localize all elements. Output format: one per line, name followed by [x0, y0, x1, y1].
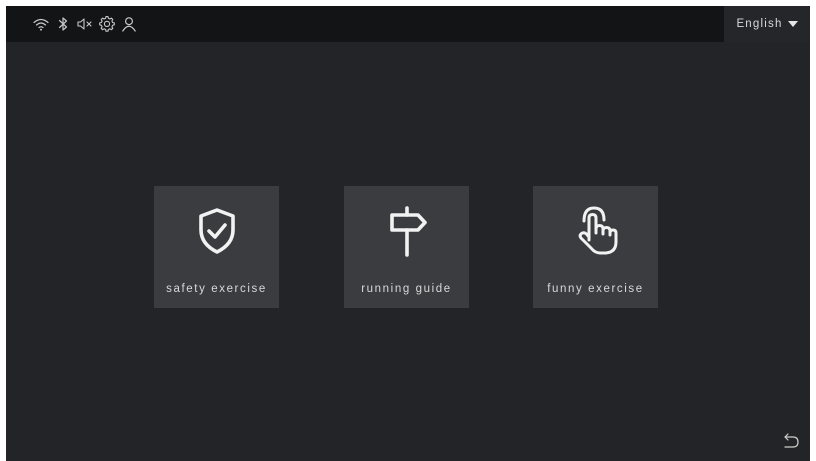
- tap-hand-icon: [569, 204, 623, 258]
- status-icons: [30, 14, 140, 34]
- language-selector-value: English: [736, 18, 783, 30]
- user-icon[interactable]: [118, 14, 140, 34]
- tile-label: safety exercise: [166, 283, 267, 295]
- language-selector[interactable]: English: [724, 6, 810, 42]
- tile-label: running guide: [361, 283, 452, 295]
- top-status-bar: English: [6, 6, 810, 42]
- shield-check-icon: [190, 204, 244, 258]
- speaker-muted-icon[interactable]: [74, 14, 96, 34]
- bluetooth-icon[interactable]: [52, 14, 74, 34]
- caret-down-icon: [787, 21, 798, 27]
- tile-label: funny exercise: [547, 283, 644, 295]
- back-arrow-icon[interactable]: [780, 431, 802, 451]
- tile-running-guide[interactable]: running guide: [344, 186, 469, 308]
- wifi-icon[interactable]: [30, 14, 52, 34]
- signpost-icon: [380, 204, 434, 258]
- tile-safety-exercise[interactable]: safety exercise: [154, 186, 279, 308]
- app-screen: English safety exercise running guide fu…: [6, 6, 810, 461]
- tile-funny-exercise[interactable]: funny exercise: [533, 186, 658, 308]
- settings-gear-icon[interactable]: [96, 14, 118, 34]
